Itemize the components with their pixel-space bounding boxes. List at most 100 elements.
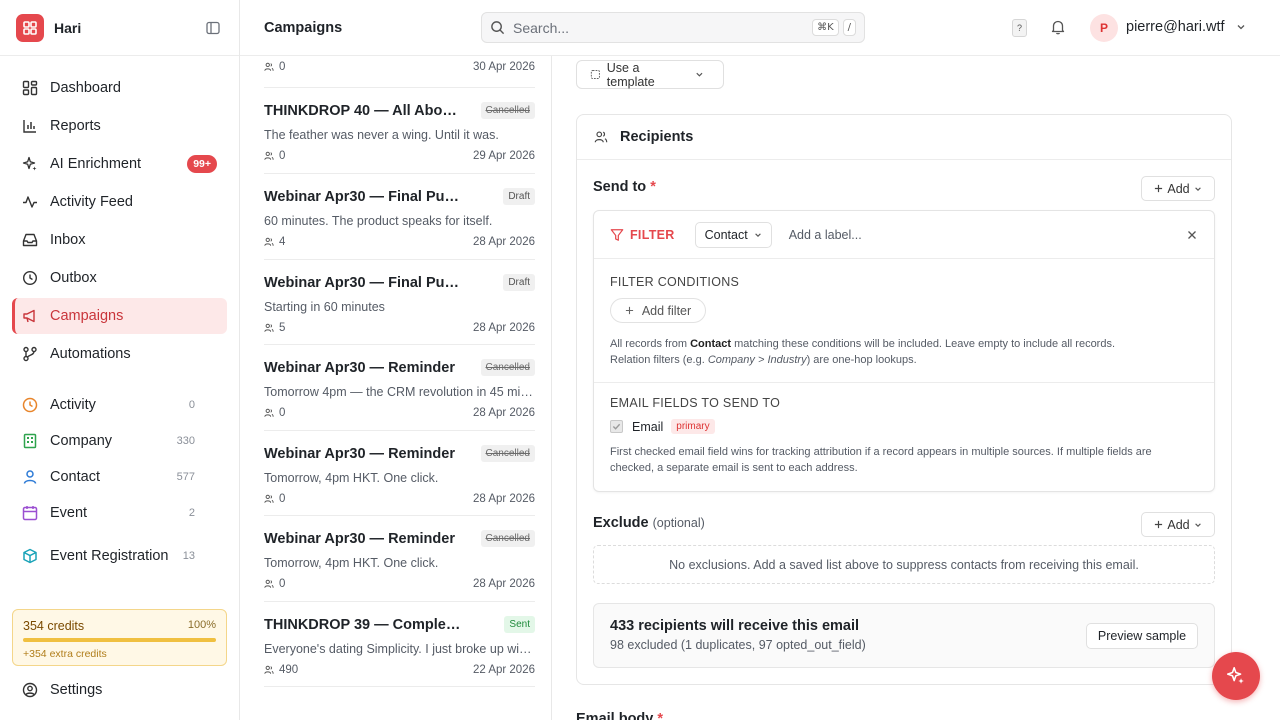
campaign-date: 22 Apr 2026 <box>472 664 535 676</box>
credits-widget[interactable]: 354 credits 100% +354 extra credits <box>12 609 227 666</box>
object-company[interactable]: Company 330 <box>12 424 227 458</box>
check-icon <box>612 423 621 430</box>
campaign-title: Webinar Apr30 — Reminder <box>264 530 455 547</box>
campaign-subtitle: Everyone's dating Simplicity. I just bro… <box>264 642 535 656</box>
recipients-card: Recipients Send to * Add FILTER Contact … <box>576 114 1232 685</box>
nav-dashboard[interactable]: Dashboard <box>12 70 227 106</box>
campaign-item[interactable]: Webinar Apr30 — Final Push 1h Draft 60 mi… <box>264 174 535 260</box>
brand-logo[interactable] <box>16 13 44 42</box>
status-badge: Cancelled <box>480 359 535 376</box>
user-icon <box>23 470 37 484</box>
email-field-option[interactable]: Email primary <box>610 419 1198 434</box>
shortcut-slash: / <box>842 19 856 36</box>
sidebar-collapse-button[interactable] <box>203 18 223 38</box>
nav-settings[interactable]: Settings <box>12 678 227 702</box>
search-placeholder: Search... <box>513 19 570 36</box>
send-to-add-button[interactable]: Add <box>1141 176 1215 201</box>
campaign-date: 28 Apr 2026 <box>472 236 535 248</box>
nav-label: Inbox <box>50 232 86 248</box>
campaign-date: 29 Apr 2026 <box>472 150 535 162</box>
campaign-subtitle: Tomorrow, 4pm HKT. One click. <box>264 556 439 570</box>
users-icon <box>264 408 274 417</box>
filter-header: FILTER Contact Add a label... <box>594 211 1214 259</box>
reports-icon <box>23 120 36 133</box>
ai-assistant-button[interactable] <box>1212 652 1260 700</box>
campaign-recipients: 0 <box>279 578 286 590</box>
close-icon[interactable] <box>1186 229 1198 241</box>
avatar[interactable]: P <box>1090 14 1118 42</box>
campaign-item[interactable]: Webinar Apr30 — Reminder Cancelled Tomorr… <box>264 516 535 602</box>
nav-inbox[interactable]: Inbox <box>12 222 227 258</box>
campaign-title: Webinar Apr30 — Final Push 1h <box>264 274 464 291</box>
object-count: 0 <box>188 399 195 411</box>
campaign-item[interactable]: THINKDROP 40 — All About Nothing Cancelle… <box>264 88 535 174</box>
nav-activity-feed[interactable]: Activity Feed <box>12 184 227 220</box>
email-fields-title: EMAIL FIELDS TO SEND TO <box>610 396 781 410</box>
use-template-button[interactable]: Use a template <box>576 60 724 89</box>
users-icon <box>264 494 274 503</box>
campaign-subtitle: Tomorrow, 4pm HKT. One click. <box>264 471 439 485</box>
search-input[interactable]: Search... ⌘K / <box>481 12 865 43</box>
campaign-item[interactable]: THINKDROP 39 — Complexity Wins Sent Every… <box>264 602 535 687</box>
campaign-date: 30 Apr 2026 <box>472 61 535 73</box>
main-nav: Dashboard Reports AI Enrichment 99+ Acti… <box>0 56 239 580</box>
use-template-label: Use a template <box>606 60 655 89</box>
object-event-registration[interactable]: Event Registration 13 <box>12 532 227 580</box>
filter-object-select[interactable]: Contact <box>694 221 772 248</box>
nav-divider <box>12 374 227 388</box>
status-badge: Cancelled <box>480 445 535 462</box>
bell-icon <box>1051 20 1065 35</box>
cube-icon <box>23 548 37 564</box>
preview-sample-button[interactable]: Preview sample <box>1086 623 1198 649</box>
notifications-button[interactable] <box>1050 19 1066 35</box>
campaign-item[interactable]: Webinar Apr30 — Reminder Cancelled Tomorr… <box>264 431 535 516</box>
chevron-down-icon[interactable] <box>1236 22 1246 32</box>
nav-outbox[interactable]: Outbox <box>12 260 227 296</box>
filter-label-input[interactable]: Add a label... <box>789 228 1186 242</box>
filter-conditions-title: FILTER CONDITIONS <box>610 275 740 289</box>
nav-automations[interactable]: Automations <box>12 336 227 372</box>
campaign-recipients: 5 <box>279 322 286 334</box>
status-badge: Cancelled <box>480 530 535 547</box>
campaign-item[interactable]: Webinar Apr30 — Reminder Cancelled Tomorr… <box>264 345 535 431</box>
brand-header: Hari <box>0 0 239 56</box>
email-field-checkbox[interactable] <box>610 420 623 433</box>
plus-icon <box>625 306 633 315</box>
campaign-subtitle: 60 minutes. The product speaks for itsel… <box>264 214 493 228</box>
campaign-item[interactable]: 0 30 Apr 2026 <box>264 56 535 88</box>
filter-conditions: FILTER CONDITIONS Add filter All records… <box>594 259 1214 383</box>
nav-label: Campaigns <box>50 308 124 324</box>
chevron-down-icon <box>696 72 703 77</box>
status-badge: Cancelled <box>480 102 535 119</box>
nav-label: Reports <box>50 118 101 134</box>
status-badge: Draft <box>503 188 535 205</box>
settings-icon <box>22 682 38 698</box>
help-button[interactable]: ? <box>1012 19 1027 37</box>
object-contact[interactable]: Contact 577 <box>12 460 227 494</box>
nav-reports[interactable]: Reports <box>12 108 227 144</box>
filter-label: FILTER <box>630 227 675 242</box>
recipients-title: Recipients <box>620 129 694 145</box>
campaign-subtitle: Tomorrow 4pm — the CRM revolution in 45 … <box>264 385 535 399</box>
megaphone-icon <box>23 309 35 323</box>
user-menu-email[interactable]: pierre@hari.wtf <box>1126 19 1225 35</box>
campaign-recipients: 0 <box>279 150 286 162</box>
campaign-recipients: 0 <box>279 407 286 419</box>
object-event[interactable]: Event 2 <box>12 496 227 530</box>
automations-icon <box>23 346 37 362</box>
exclude-add-button[interactable]: Add <box>1141 512 1215 537</box>
object-label: Activity <box>50 397 96 413</box>
activity-feed-icon <box>23 196 37 208</box>
email-field-label: Email <box>632 419 664 434</box>
users-icon <box>264 237 274 246</box>
campaign-item[interactable]: Webinar Apr30 — Final Push 1h Draft Start… <box>264 260 535 345</box>
building-icon <box>23 433 37 449</box>
add-filter-button[interactable]: Add filter <box>610 298 706 323</box>
object-activity[interactable]: Activity 0 <box>12 388 227 422</box>
nav-ai-enrichment[interactable]: AI Enrichment 99+ <box>12 146 227 182</box>
settings-label: Settings <box>50 682 103 698</box>
chevron-down-icon <box>1194 186 1201 191</box>
nav-campaigns[interactable]: Campaigns <box>12 298 227 334</box>
campaign-date: 28 Apr 2026 <box>472 322 535 334</box>
users-icon <box>264 323 274 332</box>
